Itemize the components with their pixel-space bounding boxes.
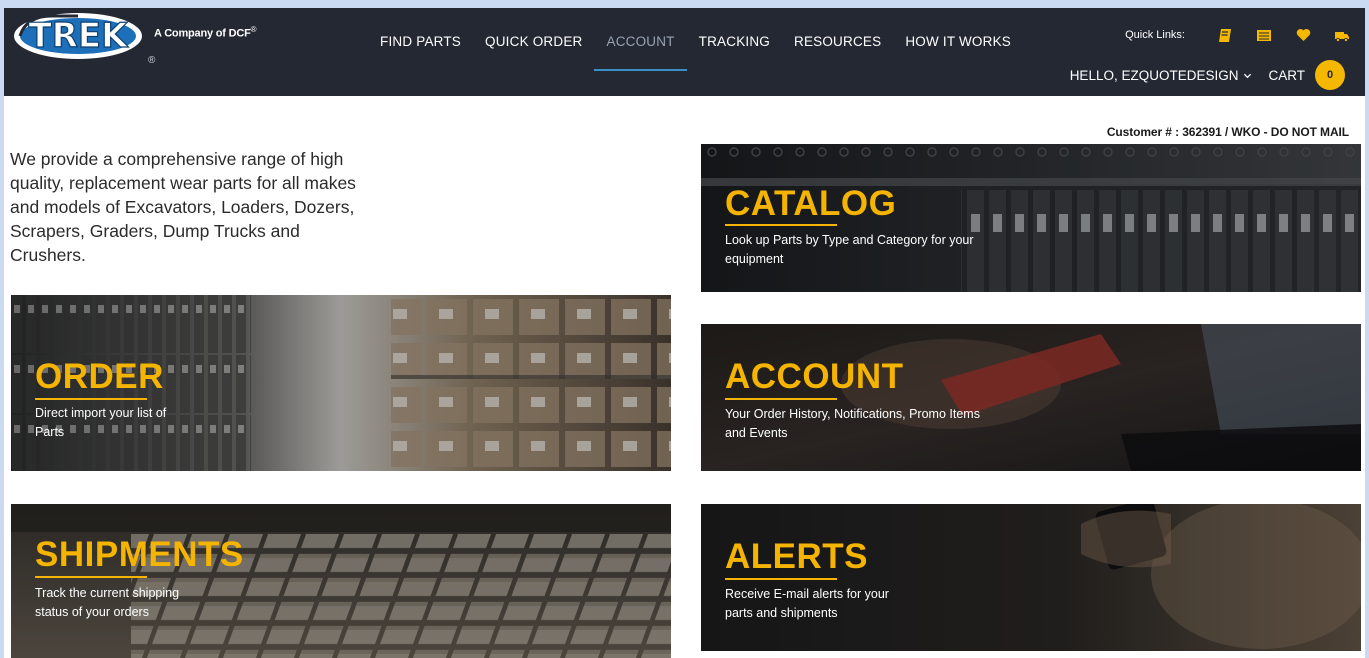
alerts-tile[interactable]: ALERTS Receive E-mail alerts for your pa…: [701, 504, 1361, 651]
account-description: Your Order History, Notifications, Promo…: [725, 407, 980, 440]
page-frame: TREK A Company of DCF® ® FIND PARTS QUIC…: [4, 8, 1365, 658]
nav-tracking[interactable]: TRACKING: [687, 34, 782, 70]
customer-number: Customer # : 362391 / WKO - DO NOT MAIL: [1106, 125, 1349, 139]
quick-links: Quick Links:: [1125, 27, 1351, 43]
order-title: ORDER: [35, 357, 164, 396]
catalog-description: Look up Parts by Type and Category for y…: [725, 233, 974, 266]
order-underline: [35, 398, 147, 400]
nav-how-it-works[interactable]: HOW IT WORKS: [893, 34, 1023, 70]
cart-count-badge[interactable]: 0: [1315, 60, 1345, 90]
account-tile[interactable]: ACCOUNT Your Order History, Notification…: [701, 324, 1361, 471]
registered-mark: ®: [148, 55, 156, 66]
user-greeting-dropdown[interactable]: HELLO, EZQUOTEDESIGN: [1070, 68, 1253, 83]
nav-find-parts[interactable]: FIND PARTS: [368, 34, 473, 70]
user-greeting: HELLO, EZQUOTEDESIGN: [1069, 68, 1239, 83]
main-nav: FIND PARTS QUICK ORDER ACCOUNT TRACKING …: [368, 34, 1023, 71]
account-underline: [725, 398, 837, 400]
favorites-heart-icon[interactable]: [1294, 27, 1312, 43]
order-description: Direct import your list of Parts: [35, 406, 167, 439]
cart-link[interactable]: CART: [1268, 68, 1305, 83]
quick-links-label: Quick Links:: [1125, 29, 1185, 41]
order-list-icon[interactable]: [1255, 27, 1273, 43]
shipments-title: SHIPMENTS: [35, 535, 244, 574]
shipments-underline: [35, 576, 147, 578]
nav-resources[interactable]: RESOURCES: [782, 34, 893, 70]
nav-account[interactable]: ACCOUNT: [594, 34, 687, 71]
logo-subtitle: A Company of DCF®: [154, 25, 257, 40]
alerts-underline: [725, 578, 837, 580]
catalog-tile[interactable]: CATALOG Look up Parts by Type and Catego…: [701, 144, 1361, 292]
alerts-title: ALERTS: [725, 537, 868, 576]
order-tile[interactable]: ORDER Direct import your list of Parts: [11, 295, 671, 471]
alerts-description: Receive E-mail alerts for your parts and…: [725, 587, 889, 620]
chevron-down-icon: [1244, 73, 1252, 79]
shipments-description: Track the current shipping status of you…: [35, 586, 180, 619]
shipments-tile[interactable]: SHIPMENTS Track the current shipping sta…: [11, 504, 671, 658]
intro-text: We provide a comprehensive range of high…: [10, 149, 356, 265]
user-menu: HELLO, EZQUOTEDESIGN CART: [1070, 68, 1305, 83]
site-header: TREK A Company of DCF® ® FIND PARTS QUIC…: [4, 8, 1365, 96]
catalog-title: CATALOG: [725, 184, 897, 223]
logo-wordmark: TREK: [29, 16, 130, 56]
catalog-underline: [725, 224, 837, 226]
account-title: ACCOUNT: [725, 357, 904, 396]
nav-quick-order[interactable]: QUICK ORDER: [473, 34, 594, 70]
trek-logo[interactable]: TREK: [12, 12, 152, 64]
catalog-book-icon[interactable]: [1216, 27, 1234, 43]
shipping-truck-icon[interactable]: [1333, 27, 1351, 43]
shipping-containers-image: [11, 504, 671, 658]
